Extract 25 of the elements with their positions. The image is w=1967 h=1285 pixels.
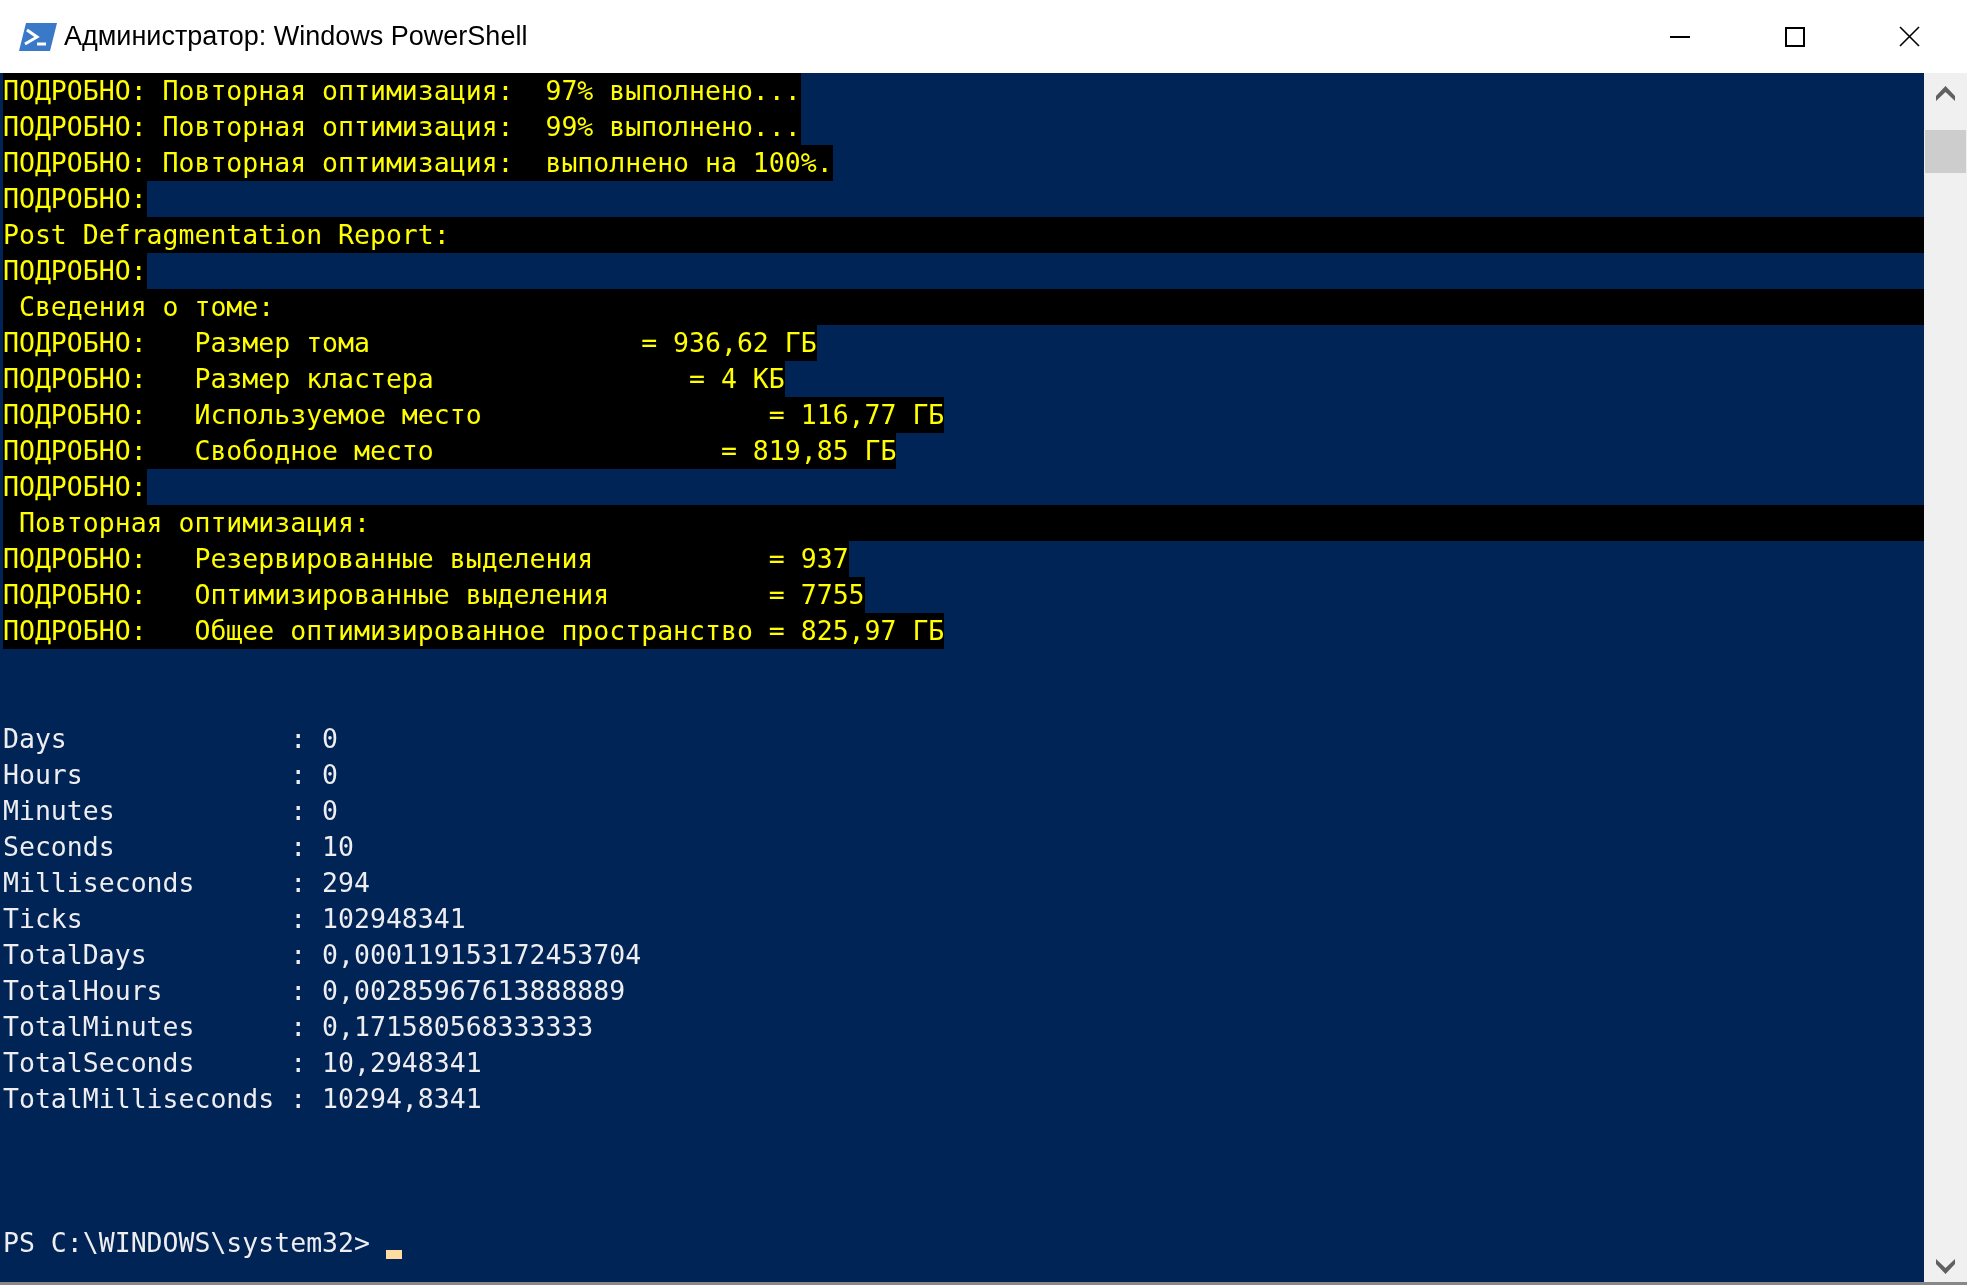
- report-heading: Сведения о томе:: [17, 290, 275, 324]
- output-line: Seconds : 10: [3, 830, 354, 864]
- powershell-icon: [18, 20, 58, 53]
- scrollbar-thumb[interactable]: [1925, 130, 1966, 173]
- output-line: TotalHours : 0,00285967613888889: [3, 974, 626, 1008]
- window-title: Администратор: Windows PowerShell: [64, 20, 528, 54]
- output-line: Days : 0: [3, 722, 339, 756]
- minimize-icon: [1669, 35, 1690, 38]
- scroll-up-icon[interactable]: [1936, 86, 1955, 101]
- report-heading: Повторная оптимизация:: [17, 506, 370, 540]
- report-heading: Post Defragmentation Report:: [3, 218, 450, 252]
- output-line: TotalMilliseconds : 10294,8341: [3, 1082, 482, 1116]
- command-prompt: PS C:\WINDOWS\system32>: [3, 1226, 370, 1260]
- close-icon: [1899, 26, 1920, 47]
- output-line: Milliseconds : 294: [3, 866, 370, 900]
- text-cursor: [385, 1249, 402, 1259]
- output-line: TotalDays : 0,000119153172453704: [3, 938, 642, 972]
- scroll-down-icon[interactable]: [1936, 1259, 1955, 1274]
- output-line: TotalMinutes : 0,171580568333333: [3, 1010, 594, 1044]
- output-line: Hours : 0: [3, 758, 339, 792]
- output-line: Minutes : 0: [3, 794, 339, 828]
- output-line: Ticks : 102948341: [3, 902, 466, 936]
- maximize-icon: [1784, 26, 1805, 47]
- output-line: TotalSeconds : 10,2948341: [3, 1046, 482, 1080]
- scrollbar[interactable]: [1924, 73, 1967, 1282]
